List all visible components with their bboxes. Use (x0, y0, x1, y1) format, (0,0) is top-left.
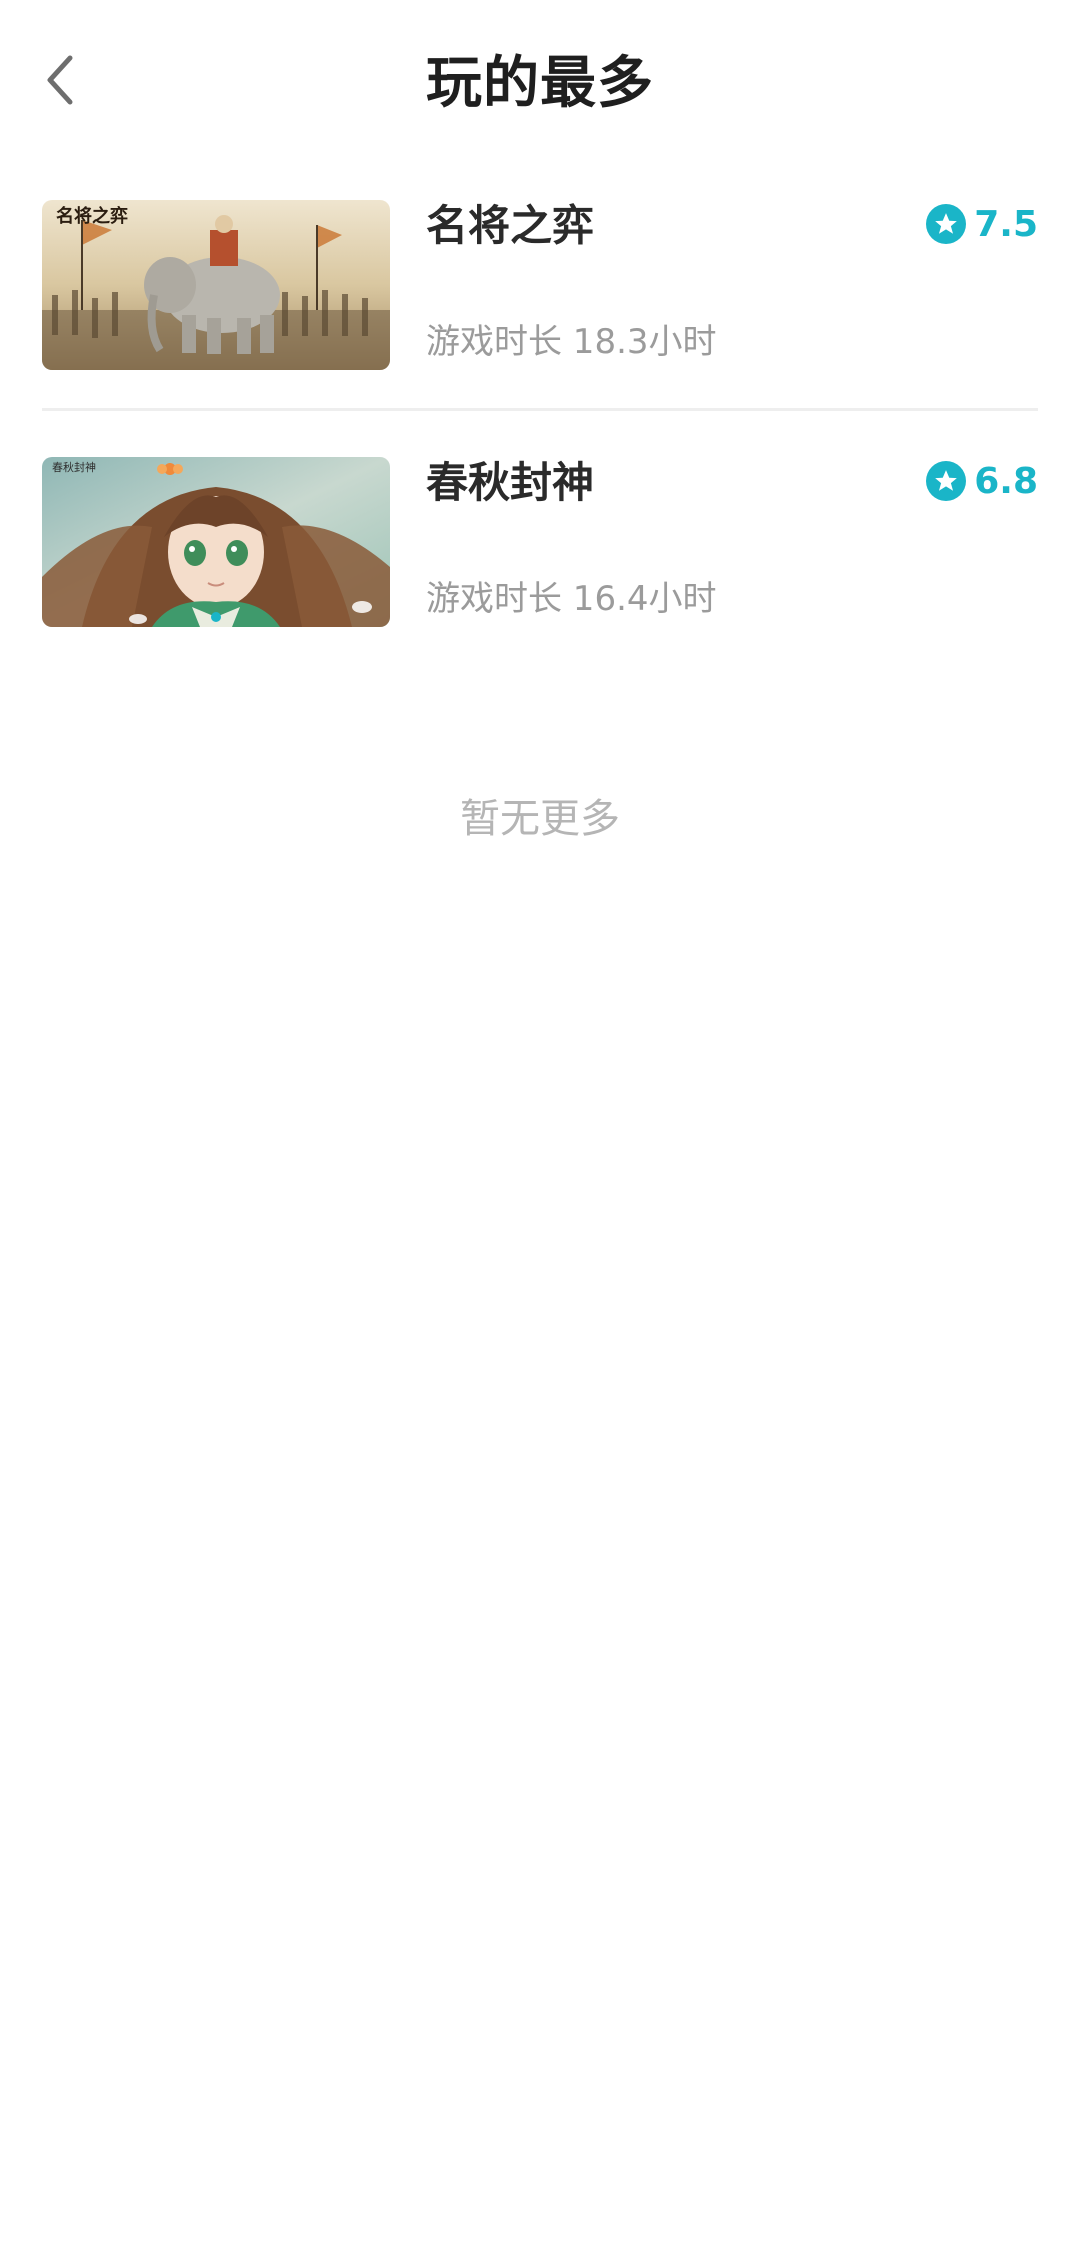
game-name: 春秋封神 (426, 458, 595, 507)
playtime: 游戏时长 16.4小时 (426, 579, 717, 619)
no-more-text: 暂无更多 (460, 796, 620, 842)
game-thumbnail[interactable]: 春秋封神 (42, 457, 390, 627)
game-item-mingjiang[interactable]: 名将之弈 名将之弈 7.5 游戏时长 18.3小时 (42, 196, 1038, 374)
star-icon (926, 204, 967, 244)
star-icon (926, 461, 967, 501)
rating: 6.8 (926, 455, 1038, 507)
game-list: 名将之弈 名将之弈 7.5 游戏时长 18.3小时 春秋封神 春秋封神 6.8 … (42, 196, 1038, 631)
rating-value: 6.8 (974, 460, 1038, 502)
thumb-logo: 春秋封神 (52, 460, 96, 474)
rating: 7.5 (926, 198, 1038, 250)
page: 玩的最多 名将之弈 名将之弈 7.5 游戏时长 18.3小时 春秋封神 春秋封神… (0, 0, 1080, 2249)
playtime: 游戏时长 18.3小时 (426, 322, 717, 362)
game-thumbnail[interactable]: 名将之弈 (42, 200, 390, 370)
game-item-chunqiu[interactable]: 春秋封神 春秋封神 6.8 游戏时长 16.4小时 (42, 453, 1038, 631)
thumb-logo: 名将之弈 (56, 205, 128, 227)
game-name: 名将之弈 (426, 201, 595, 250)
page-title: 玩的最多 (426, 51, 654, 116)
header: 玩的最多 (0, 0, 1080, 160)
divider (42, 408, 1038, 411)
rating-value: 7.5 (974, 203, 1038, 245)
